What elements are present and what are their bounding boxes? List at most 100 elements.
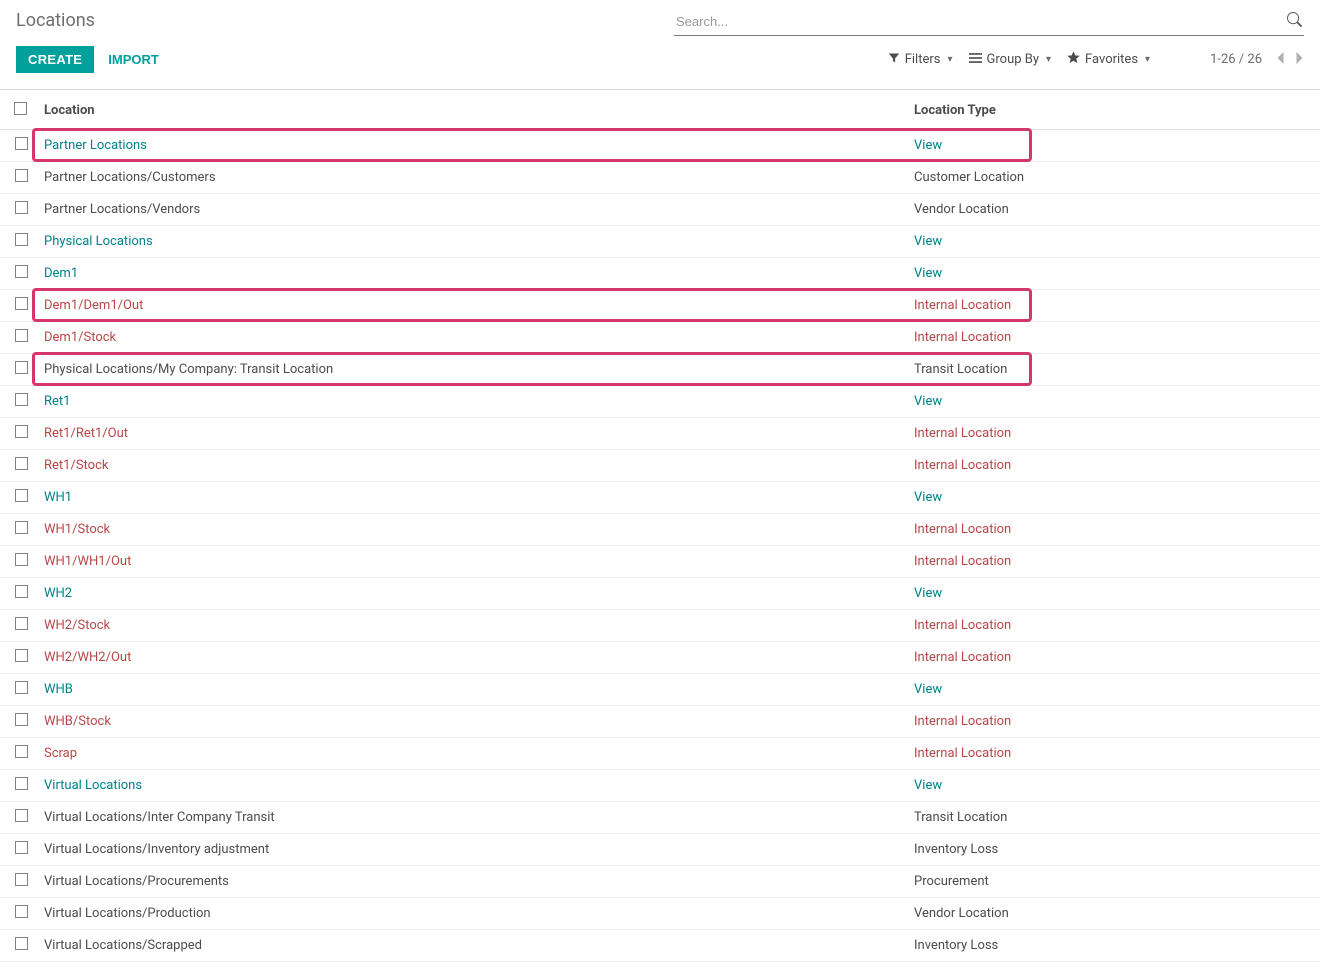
table-row[interactable]: Physical LocationsView xyxy=(0,226,1320,258)
row-checkbox[interactable] xyxy=(15,425,28,438)
pager-prev[interactable] xyxy=(1276,51,1285,69)
row-checkbox[interactable] xyxy=(15,809,28,822)
col-header-type[interactable]: Location Type xyxy=(906,90,1320,130)
row-checkbox[interactable] xyxy=(15,297,28,310)
table-row[interactable]: Partner Locations/VendorsVendor Location xyxy=(0,194,1320,226)
table-row[interactable]: Physical Locations/My Company: Transit L… xyxy=(0,354,1320,386)
table-row[interactable]: WH1/StockInternal Location xyxy=(0,514,1320,546)
filters-dropdown[interactable]: Filters ▾ xyxy=(888,52,953,68)
location-cell[interactable]: Virtual Locations/Inter Company Transit xyxy=(36,802,906,834)
table-row[interactable]: Virtual Locations/ProcurementsProcuremen… xyxy=(0,866,1320,898)
table-row[interactable]: Dem1/StockInternal Location xyxy=(0,322,1320,354)
table-row[interactable]: WHBView xyxy=(0,674,1320,706)
row-checkbox[interactable] xyxy=(15,521,28,534)
location-type-cell: View xyxy=(906,770,1320,802)
row-checkbox[interactable] xyxy=(15,873,28,886)
location-cell[interactable]: WH2/Stock xyxy=(36,610,906,642)
table-row[interactable]: Partner Locations/CustomersCustomer Loca… xyxy=(0,162,1320,194)
row-checkbox[interactable] xyxy=(15,201,28,214)
location-cell[interactable]: WH2 xyxy=(36,578,906,610)
search-icon[interactable] xyxy=(1287,12,1302,31)
row-checkbox[interactable] xyxy=(15,585,28,598)
row-checkbox[interactable] xyxy=(15,169,28,182)
location-type-cell: View xyxy=(906,386,1320,418)
location-cell[interactable]: Dem1/Dem1/Out xyxy=(36,290,906,322)
search-input[interactable] xyxy=(674,10,1304,36)
table-row[interactable]: Virtual Locations/ProductionVendor Locat… xyxy=(0,898,1320,930)
table-row[interactable]: Virtual Locations/ScrappedInventory Loss xyxy=(0,930,1320,962)
create-button[interactable]: CREATE xyxy=(16,46,94,73)
location-type-cell: Transit Location xyxy=(906,354,1320,386)
row-checkbox[interactable] xyxy=(15,393,28,406)
location-cell[interactable]: Dem1 xyxy=(36,258,906,290)
location-cell[interactable]: Scrap xyxy=(36,738,906,770)
table-row[interactable]: WH1View xyxy=(0,482,1320,514)
location-cell[interactable]: Partner Locations/Customers xyxy=(36,162,906,194)
table-row[interactable]: Virtual LocationsView xyxy=(0,770,1320,802)
table-row[interactable]: WH2View xyxy=(0,578,1320,610)
row-checkbox[interactable] xyxy=(15,937,28,950)
location-type-cell: View xyxy=(906,482,1320,514)
location-type-cell: Vendor Location xyxy=(906,194,1320,226)
location-cell[interactable]: Ret1 xyxy=(36,386,906,418)
funnel-icon xyxy=(888,52,900,68)
table-row[interactable]: Ret1/StockInternal Location xyxy=(0,450,1320,482)
location-cell[interactable]: WH1 xyxy=(36,482,906,514)
location-cell[interactable]: Ret1/Stock xyxy=(36,450,906,482)
location-type-cell: Internal Location xyxy=(906,738,1320,770)
location-cell[interactable]: Partner Locations xyxy=(36,130,906,162)
favorites-dropdown[interactable]: Favorites ▾ xyxy=(1067,51,1150,68)
pager-next[interactable] xyxy=(1295,51,1304,69)
row-checkbox[interactable] xyxy=(15,713,28,726)
location-cell[interactable]: Partner Locations/Vendors xyxy=(36,194,906,226)
location-cell[interactable]: Virtual Locations/Procurements xyxy=(36,866,906,898)
table-row[interactable]: Dem1/Dem1/OutInternal Location xyxy=(0,290,1320,322)
table-row[interactable]: Ret1/Ret1/OutInternal Location xyxy=(0,418,1320,450)
row-checkbox[interactable] xyxy=(15,681,28,694)
select-all-checkbox[interactable] xyxy=(14,102,27,115)
location-cell[interactable]: Physical Locations xyxy=(36,226,906,258)
row-checkbox[interactable] xyxy=(15,905,28,918)
location-cell[interactable]: Dem1/Stock xyxy=(36,322,906,354)
row-checkbox[interactable] xyxy=(15,777,28,790)
table-row[interactable]: Ret1View xyxy=(0,386,1320,418)
location-cell[interactable]: Virtual Locations xyxy=(36,770,906,802)
location-type-cell: Internal Location xyxy=(906,450,1320,482)
table-row[interactable]: WHB/StockInternal Location xyxy=(0,706,1320,738)
row-checkbox[interactable] xyxy=(15,457,28,470)
row-checkbox[interactable] xyxy=(15,553,28,566)
location-cell[interactable]: Virtual Locations/Scrapped xyxy=(36,930,906,962)
row-checkbox[interactable] xyxy=(15,361,28,374)
import-button[interactable]: IMPORT xyxy=(108,52,159,67)
location-cell[interactable]: WH1/Stock xyxy=(36,514,906,546)
location-cell[interactable]: Virtual Locations/Inventory adjustment xyxy=(36,834,906,866)
location-cell[interactable]: Ret1/Ret1/Out xyxy=(36,418,906,450)
table-row[interactable]: WH2/StockInternal Location xyxy=(0,610,1320,642)
groupby-dropdown[interactable]: Group By ▾ xyxy=(969,52,1052,68)
location-cell[interactable]: WH2/WH2/Out xyxy=(36,642,906,674)
location-cell[interactable]: Virtual Locations/Production xyxy=(36,898,906,930)
table-row[interactable]: Virtual Locations/Inter Company TransitT… xyxy=(0,802,1320,834)
row-checkbox[interactable] xyxy=(15,233,28,246)
location-cell[interactable]: WHB/Stock xyxy=(36,706,906,738)
location-cell[interactable]: WH1/WH1/Out xyxy=(36,546,906,578)
col-header-location[interactable]: Location xyxy=(36,90,906,130)
row-checkbox[interactable] xyxy=(15,137,28,150)
location-cell[interactable]: WHB xyxy=(36,674,906,706)
table-row[interactable]: ScrapInternal Location xyxy=(0,738,1320,770)
row-checkbox[interactable] xyxy=(15,649,28,662)
table-row[interactable]: WH1/WH1/OutInternal Location xyxy=(0,546,1320,578)
table-row[interactable]: Partner LocationsView xyxy=(0,130,1320,162)
row-checkbox[interactable] xyxy=(15,745,28,758)
location-cell[interactable]: Physical Locations/My Company: Transit L… xyxy=(36,354,906,386)
location-type-cell: View xyxy=(906,674,1320,706)
table-row[interactable]: Dem1View xyxy=(0,258,1320,290)
table-row[interactable]: Virtual Locations/Inventory adjustmentIn… xyxy=(0,834,1320,866)
star-icon xyxy=(1067,51,1080,68)
table-row[interactable]: WH2/WH2/OutInternal Location xyxy=(0,642,1320,674)
row-checkbox[interactable] xyxy=(15,841,28,854)
row-checkbox[interactable] xyxy=(15,617,28,630)
row-checkbox[interactable] xyxy=(15,265,28,278)
row-checkbox[interactable] xyxy=(15,329,28,342)
row-checkbox[interactable] xyxy=(15,489,28,502)
